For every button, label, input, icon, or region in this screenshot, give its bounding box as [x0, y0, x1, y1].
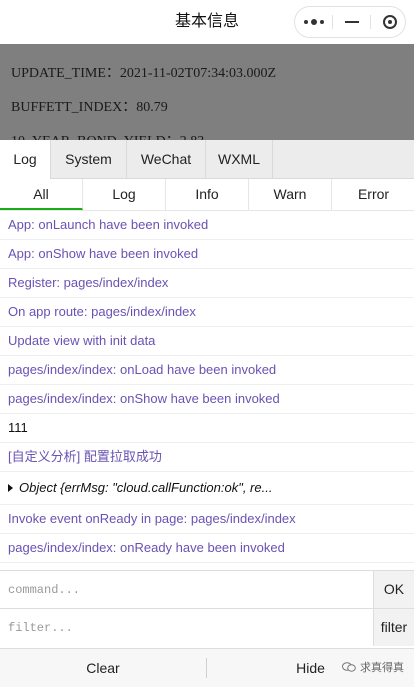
command-input[interactable]	[0, 571, 373, 608]
hide-label: Hide	[296, 660, 325, 676]
filter-button[interactable]: filter	[373, 609, 414, 646]
subtab-all[interactable]: All	[0, 179, 83, 210]
log-item: 111	[0, 414, 414, 443]
filter-row: filter	[0, 608, 414, 646]
log-item: App: onLaunch have been invoked	[0, 211, 414, 240]
minimize-button[interactable]	[333, 7, 370, 37]
more-dots-icon	[303, 19, 324, 25]
log-item: Register: pages/index/index	[0, 269, 414, 298]
target-circle-icon	[382, 15, 397, 29]
tab-system[interactable]: System	[51, 140, 127, 179]
bond-yield-text: 10_YEAR_BOND_YIELD：2.83	[11, 130, 204, 140]
command-row: OK	[0, 570, 414, 608]
log-item: pages/index/index: onLoad have been invo…	[0, 356, 414, 385]
menu-capsule	[294, 6, 406, 38]
wechat-icon	[342, 662, 356, 672]
tab-wechat[interactable]: WeChat	[127, 140, 206, 179]
log-object-text: Object {errMsg: "cloud.callFunction:ok",…	[19, 480, 273, 495]
navigation-bar: 基本信息	[0, 0, 414, 44]
filter-input[interactable]	[0, 609, 373, 646]
log-item: Update view with init data	[0, 327, 414, 356]
tab-wxml[interactable]: WXML	[206, 140, 273, 179]
vconsole-panel: Log System WeChat WXML All Log Info Warn…	[0, 140, 414, 687]
watermark-text: 求真得真	[360, 662, 404, 674]
log-list: App: onLaunch have been invoked App: onS…	[0, 211, 414, 563]
subtab-warn[interactable]: Warn	[249, 179, 332, 210]
update-time-text: UPDATE_TIME：2021-11-02T07:34:03.000Z	[11, 66, 277, 81]
console-tabs: Log System WeChat WXML	[0, 140, 414, 179]
subtab-info[interactable]: Info	[166, 179, 249, 210]
ok-button[interactable]: OK	[373, 571, 414, 608]
log-item: Invoke event onReady in page: pages/inde…	[0, 505, 414, 534]
clear-button[interactable]: Clear	[0, 649, 206, 687]
subtab-log[interactable]: Log	[83, 179, 166, 210]
more-menu-button[interactable]	[295, 7, 332, 37]
minus-icon	[344, 21, 359, 23]
subtab-error[interactable]: Error	[332, 179, 414, 210]
log-item: On app route: pages/index/index	[0, 298, 414, 327]
buffett-index-text: BUFFETT_INDEX：80.79	[11, 100, 168, 115]
log-item: App: onShow have been invoked	[0, 240, 414, 269]
log-object-item[interactable]: Object {errMsg: "cloud.callFunction:ok",…	[0, 472, 414, 505]
log-item: pages/index/index: onReady have been inv…	[0, 534, 414, 563]
page-content-overlay: UPDATE_TIME：2021-11-02T07:34:03.000Z BUF…	[0, 44, 414, 140]
close-miniprogram-button[interactable]	[371, 7, 408, 37]
log-item: pages/index/index: onShow have been invo…	[0, 385, 414, 414]
watermark: 求真得真	[342, 659, 404, 675]
expand-triangle-icon[interactable]	[8, 483, 13, 492]
log-filter-tabs: All Log Info Warn Error	[0, 179, 414, 211]
tab-log[interactable]: Log	[0, 140, 51, 179]
console-footer: Clear Hide 求真得真	[0, 648, 414, 687]
log-item: [自定义分析] 配置拉取成功	[0, 443, 414, 472]
